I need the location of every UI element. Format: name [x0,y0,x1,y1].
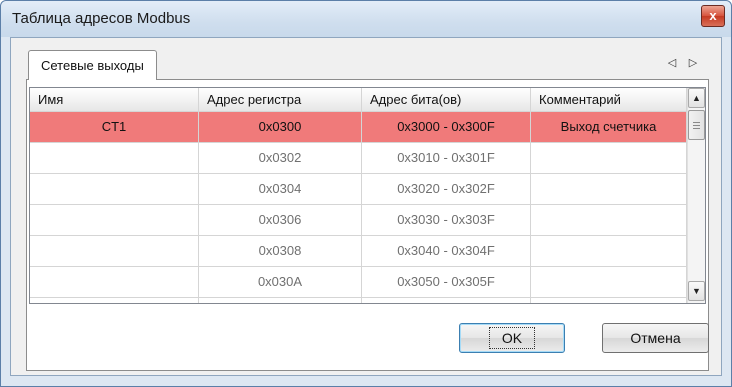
cell-register-address[interactable]: 0x0304 [199,174,362,205]
cell-bit-address[interactable]: 0x3000 - 0x300F [362,112,531,143]
scroll-down-icon[interactable]: ▼ [688,281,705,301]
cell-name[interactable] [30,205,199,236]
modbus-address-table-dialog: Таблица адресов Modbus x Сетевые выходы … [0,0,732,387]
column-header-register-address[interactable]: Адрес регистра [199,88,362,112]
close-button[interactable]: x [701,5,725,27]
close-icon: x [709,8,717,23]
cell-name[interactable] [30,298,199,303]
ok-button-label: OK [488,327,536,349]
column-header-comment[interactable]: Комментарий [531,88,687,112]
tab-scroll-right-icon[interactable]: ▷ [685,54,701,72]
tab-scroll-left-icon[interactable]: ◁ [664,54,680,72]
cell-comment[interactable]: Выход счетчика [531,112,687,143]
scrollbar-thumb[interactable] [688,110,705,140]
cell-register-address[interactable]: 0x0302 [199,143,362,174]
cell-comment[interactable] [531,267,687,298]
table-row[interactable]: 0x0304 0x3020 - 0x302F [30,174,687,205]
scroll-up-icon[interactable]: ▲ [688,88,705,108]
column-header-bit-address[interactable]: Адрес бита(ов) [362,88,531,112]
cell-bit-address[interactable]: 0x3030 - 0x303F [362,205,531,236]
vertical-scrollbar[interactable]: ▲ ▼ [687,88,705,303]
cell-comment[interactable] [531,143,687,174]
thumb-grip-line [693,125,700,126]
table-row[interactable]: 0x0306 0x3030 - 0x303F [30,205,687,236]
cell-comment[interactable] [531,205,687,236]
title-bar[interactable]: Таблица адресов Modbus x [1,1,731,37]
window-title: Таблица адресов Modbus [12,10,191,27]
cell-register-address[interactable] [199,298,362,303]
table-row[interactable]: 0x030A 0x3050 - 0x305F [30,267,687,298]
tab-strip: Сетевые выходы ◁ ▷ [11,38,721,80]
cell-bit-address[interactable]: 0x3010 - 0x301F [362,143,531,174]
cell-register-address[interactable]: 0x0308 [199,236,362,267]
cell-name[interactable] [30,267,199,298]
cell-comment[interactable] [531,298,687,303]
cell-bit-address[interactable] [362,298,531,303]
cell-comment[interactable] [531,236,687,267]
tab-network-outputs[interactable]: Сетевые выходы [28,50,157,80]
tab-page: Имя Адрес регистра Адрес бита(ов) Коммен… [26,79,709,371]
cell-name[interactable] [30,174,199,205]
thumb-grip-line [693,128,700,129]
cell-name[interactable]: CT1 [30,112,199,143]
table-row[interactable]: 0x0308 0x3040 - 0x304F [30,236,687,267]
cell-name[interactable] [30,236,199,267]
thumb-grip-line [693,122,700,123]
cell-register-address[interactable]: 0x030A [199,267,362,298]
dialog-client-area: Сетевые выходы ◁ ▷ Имя Адрес регистра Ад… [10,37,722,376]
grid-body: CT1 0x0300 0x3000 - 0x300F Выход счетчика 0x… [30,112,687,303]
table-row[interactable] [30,298,687,303]
cell-register-address[interactable]: 0x0306 [199,205,362,236]
table-row[interactable]: 0x0302 0x3010 - 0x301F [30,143,687,174]
ok-button[interactable]: OK [459,323,565,353]
cell-bit-address[interactable]: 0x3020 - 0x302F [362,174,531,205]
column-header-name[interactable]: Имя [30,88,199,112]
cell-comment[interactable] [531,174,687,205]
cell-bit-address[interactable]: 0x3050 - 0x305F [362,267,531,298]
cell-bit-address[interactable]: 0x3040 - 0x304F [362,236,531,267]
cell-register-address[interactable]: 0x0300 [199,112,362,143]
grid-header: Имя Адрес регистра Адрес бита(ов) Коммен… [30,88,687,112]
address-grid: Имя Адрес регистра Адрес бита(ов) Коммен… [29,87,706,304]
cell-name[interactable] [30,143,199,174]
table-row[interactable]: CT1 0x0300 0x3000 - 0x300F Выход счетчика [30,112,687,143]
cancel-button[interactable]: Отмена [602,323,709,353]
